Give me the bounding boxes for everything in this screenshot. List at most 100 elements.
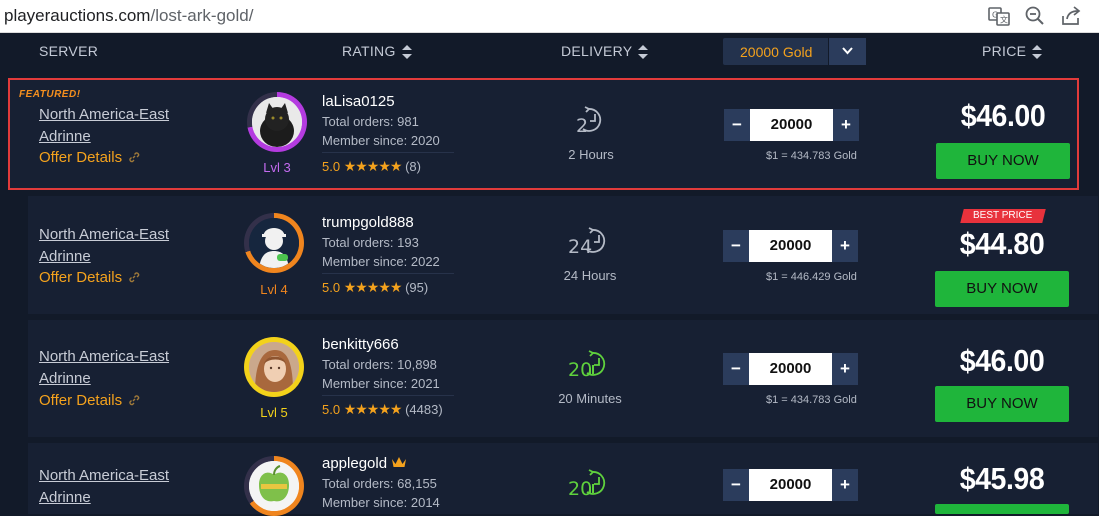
server-link[interactable]: North America-East Adrinne <box>39 465 169 509</box>
clock-icon: 24 <box>566 226 612 258</box>
increment-button[interactable]: + <box>832 353 858 385</box>
seller-rating[interactable]: 5.0 ★★★★★ (95) <box>322 279 428 296</box>
buy-now-button[interactable]: BUY NOW <box>935 386 1069 422</box>
rating-score: 5.0 <box>322 280 341 295</box>
increment-button[interactable]: + <box>833 109 859 141</box>
url-text[interactable]: playerauctions.com/lost-ark-gold/ <box>4 6 253 26</box>
server-link[interactable]: North America-East Adrinne <box>39 104 169 148</box>
star-icons: ★★★★★ <box>343 279 403 295</box>
server-name: North America-East <box>39 226 170 243</box>
seller-level: Lvl 3 <box>263 160 291 175</box>
header-server: SERVER <box>39 43 99 59</box>
delivery-time: 20 Minutes <box>558 391 622 406</box>
decrement-button[interactable]: − <box>724 109 750 141</box>
decrement-button[interactable]: − <box>723 353 749 385</box>
delivery-number: 20 <box>568 478 592 498</box>
increment-button[interactable]: + <box>832 469 858 501</box>
offer-details-link[interactable]: Offer Details <box>39 392 140 410</box>
rating-score: 5.0 <box>322 402 341 417</box>
avatar-image <box>249 342 299 392</box>
crown-icon <box>391 455 407 472</box>
sort-icon[interactable] <box>1032 45 1043 60</box>
header-rating[interactable]: RATING <box>342 43 412 60</box>
url-domain: playerauctions.com <box>4 6 151 25</box>
buy-now-button[interactable]: BUY NOW <box>935 271 1069 307</box>
seller-rating[interactable]: 5.0 ★★★★★ (4483) <box>322 401 443 418</box>
delivery-number: 24 <box>568 236 592 256</box>
offer-price: $44.80 <box>959 226 1045 261</box>
seller-name[interactable]: benkitty666 <box>322 336 399 353</box>
header-delivery[interactable]: DELIVERY <box>561 43 649 60</box>
offer-details-link[interactable]: Offer Details <box>39 149 140 167</box>
quantity-stepper[interactable]: − 20000 + <box>723 469 858 501</box>
delivery-time: 24 Hours <box>563 268 617 283</box>
total-orders: Total orders: 68,155 <box>322 476 437 491</box>
server-name: North America-East <box>39 467 170 484</box>
avatar[interactable] <box>244 213 304 273</box>
buy-now-button[interactable] <box>935 504 1069 514</box>
offer-row: North America-East Adrinne Offer Details… <box>28 320 1098 437</box>
member-since: Member since: 2021 <box>322 376 440 391</box>
offer-price: $46.00 <box>960 98 1046 133</box>
server-link[interactable]: North America-East Adrinne <box>39 224 169 268</box>
server-link[interactable]: North America-East Adrinne <box>39 346 169 390</box>
svg-text:G: G <box>992 11 998 20</box>
star-icons: ★★★★★ <box>343 401 403 417</box>
share-icon[interactable] <box>1059 5 1083 27</box>
server-name: North America-East <box>39 348 170 365</box>
seller-name[interactable]: laLisa0125 <box>322 93 395 110</box>
exchange-rate: $1 = 434.783 Gold <box>766 150 857 162</box>
exchange-rate: $1 = 446.429 Gold <box>766 271 857 283</box>
offer-details-link[interactable]: Offer Details <box>39 269 140 287</box>
realm-name: Adrinne <box>39 370 91 387</box>
seller-name[interactable]: trumpgold888 <box>322 214 414 231</box>
link-icon <box>128 393 140 410</box>
member-since: Member since: 2020 <box>322 133 440 148</box>
total-orders: Total orders: 193 <box>322 235 419 250</box>
avatar[interactable] <box>247 92 307 152</box>
avatar[interactable] <box>244 456 304 516</box>
seller-name-with-crown[interactable]: applegold <box>322 455 407 472</box>
quantity-stepper[interactable]: − 20000 + <box>724 109 859 141</box>
star-icons: ★★★★★ <box>343 158 403 174</box>
translate-icon[interactable]: G文 <box>987 5 1011 27</box>
buy-now-button[interactable]: BUY NOW <box>936 143 1070 179</box>
offer-price: $45.98 <box>959 461 1045 496</box>
url-path: /lost-ark-gold/ <box>150 6 254 25</box>
seller-level: Lvl 5 <box>260 405 288 420</box>
browser-address-bar[interactable]: playerauctions.com/lost-ark-gold/ G文 <box>0 0 1099 33</box>
zoom-out-icon[interactable] <box>1023 5 1047 27</box>
quantity-input[interactable]: 20000 <box>749 230 832 262</box>
quantity-stepper[interactable]: − 20000 + <box>723 353 858 385</box>
avatar[interactable] <box>244 337 304 397</box>
review-count: (4483) <box>405 402 443 417</box>
chevron-down-icon[interactable] <box>828 38 866 65</box>
decrement-button[interactable]: − <box>723 230 749 262</box>
server-name: North America-East <box>39 106 170 123</box>
clock-icon: 20 <box>566 349 612 381</box>
header-delivery-label: DELIVERY <box>561 43 633 59</box>
total-orders: Total orders: 981 <box>322 114 419 129</box>
divider <box>322 273 454 274</box>
sort-icon[interactable] <box>638 45 649 60</box>
gold-amount-value: 20000 Gold <box>740 44 813 60</box>
realm-name: Adrinne <box>39 128 91 145</box>
offer-details-label: Offer Details <box>39 149 123 166</box>
delivery-number: 2 <box>576 115 588 135</box>
decrement-button[interactable]: − <box>723 469 749 501</box>
quantity-input[interactable]: 20000 <box>749 469 832 501</box>
seller-rating[interactable]: 5.0 ★★★★★ (8) <box>322 158 421 175</box>
quantity-input[interactable]: 20000 <box>749 353 832 385</box>
increment-button[interactable]: + <box>832 230 858 262</box>
delivery-number: 20 <box>568 359 592 379</box>
quantity-input[interactable]: 20000 <box>750 109 833 141</box>
featured-badge: FEATURED! <box>19 89 81 100</box>
total-orders: Total orders: 10,898 <box>322 357 437 372</box>
seller-level: Lvl 4 <box>260 282 288 297</box>
gold-amount-select[interactable]: 20000 Gold <box>723 38 866 65</box>
header-price[interactable]: PRICE <box>982 43 1043 60</box>
quantity-stepper[interactable]: − 20000 + <box>723 230 858 262</box>
sort-icon[interactable] <box>401 45 412 60</box>
offer-details-label: Offer Details <box>39 392 123 409</box>
offer-details-label: Offer Details <box>39 269 123 286</box>
